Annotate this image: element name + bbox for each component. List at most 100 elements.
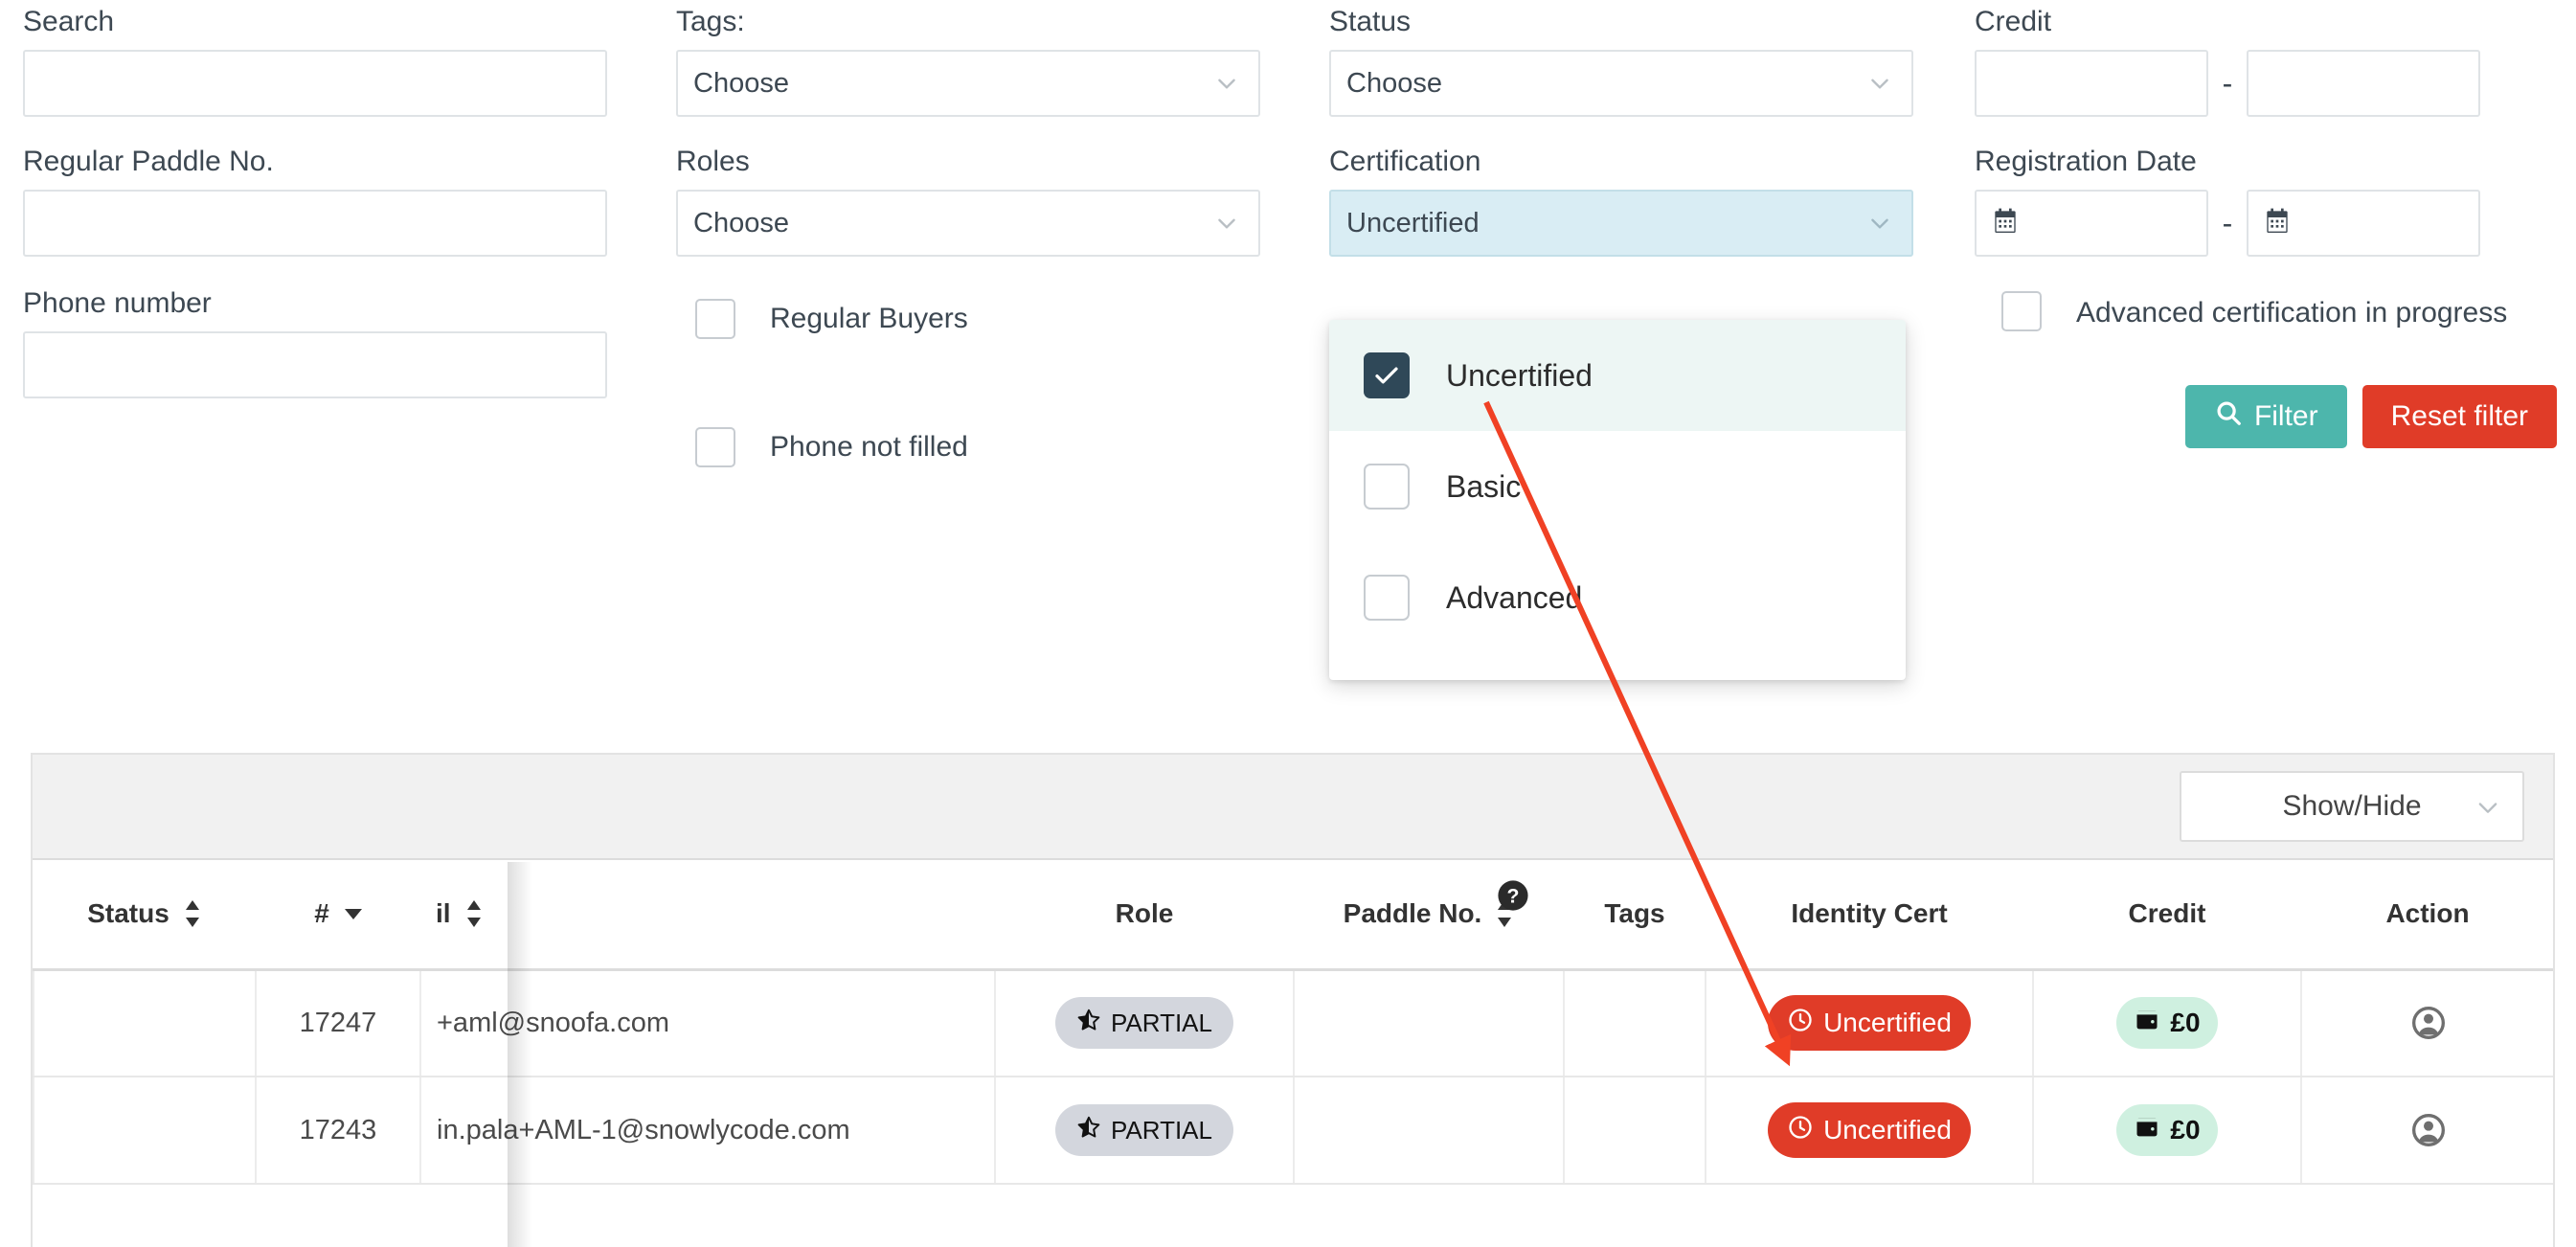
phone-number-label: Phone number — [23, 287, 212, 319]
column-header-role: Role — [995, 860, 1294, 971]
phone-not-filled-label: Phone not filled — [770, 431, 968, 463]
tags-label: Tags: — [676, 6, 745, 37]
certification-select-value: Uncertified — [1346, 207, 1480, 238]
clock-icon — [1787, 1114, 1814, 1147]
cell-identity-cert: Uncertified — [1705, 969, 2033, 1077]
filter-column-2: Tags: Choose Roles Choose Regular Buyers… — [676, 6, 1260, 467]
registration-date-to-input[interactable] — [2247, 190, 2480, 257]
chevron-down-icon — [1214, 71, 1239, 96]
results-table-card: Show/Hide Status # il Role Paddle No. ? … — [31, 753, 2555, 1247]
wallet-icon — [2134, 1007, 2160, 1040]
column-header-id[interactable]: # — [256, 860, 420, 971]
identity-cert-label: Uncertified — [1823, 1008, 1952, 1038]
credit-range-separator: - — [2222, 66, 2233, 101]
column-header-email[interactable]: il — [420, 860, 995, 971]
column-header-tags: Tags — [1564, 860, 1706, 971]
credit-min-input[interactable] — [1975, 50, 2208, 117]
cell-role: PARTIAL — [994, 1077, 1294, 1185]
status-label: Status — [1329, 6, 1412, 37]
role-badge: PARTIAL — [1055, 997, 1233, 1050]
search-label: Search — [23, 6, 115, 37]
column-header-label: il — [436, 898, 451, 929]
certification-dropdown-menu[interactable]: Uncertified Basic Advanced — [1329, 320, 1906, 680]
clock-icon — [1787, 1007, 1814, 1040]
certification-option-advanced[interactable]: Advanced — [1329, 542, 1906, 653]
phone-not-filled-checkbox-row[interactable]: Phone not filled — [695, 427, 1260, 467]
reset-filter-button-label: Reset filter — [2390, 400, 2528, 432]
regular-buyers-label: Regular Buyers — [770, 303, 968, 334]
column-header-paddle-no[interactable]: Paddle No. ? — [1294, 860, 1564, 971]
reset-filter-button[interactable]: Reset filter — [2361, 385, 2557, 448]
regular-paddle-no-input[interactable] — [23, 190, 607, 257]
roles-select[interactable]: Choose — [676, 190, 1260, 257]
cell-email: in.pala+AML-1@snowlycode.com — [419, 1077, 995, 1185]
filter-column-3: Status Choose Certification Uncertified — [1329, 6, 1913, 257]
column-header-status[interactable]: Status — [34, 860, 256, 971]
paddle-no-label: Regular Paddle No. — [23, 146, 274, 177]
advanced-cert-progress-label: Advanced certification in progress — [2076, 297, 2508, 329]
cell-paddle-no — [1293, 969, 1564, 1077]
filter-column-1: Search Regular Paddle No. Phone number — [23, 6, 607, 398]
cell-credit: £0 — [2032, 1077, 2301, 1185]
sort-desc-icon[interactable] — [343, 906, 362, 921]
certification-select[interactable]: Uncertified — [1329, 190, 1913, 257]
user-icon[interactable] — [2302, 1004, 2553, 1042]
cell-identity-cert: Uncertified — [1705, 1077, 2033, 1185]
tags-select-value: Choose — [693, 67, 789, 99]
registration-date-from-input[interactable] — [1975, 190, 2208, 257]
cell-email: +aml@snoofa.com — [419, 969, 995, 1077]
cell-role: PARTIAL — [994, 969, 1294, 1077]
column-header-action: Action — [2301, 860, 2553, 971]
phone-not-filled-checkbox[interactable] — [695, 427, 735, 467]
status-select[interactable]: Choose — [1329, 50, 1913, 117]
advanced-cert-progress-checkbox[interactable] — [2001, 291, 2042, 331]
wallet-icon — [2134, 1114, 2160, 1147]
column-header-label: Identity Cert — [1791, 898, 1948, 929]
checkbox-icon[interactable] — [1364, 464, 1410, 510]
filter-button[interactable]: Filter — [2184, 385, 2347, 448]
calendar-icon — [2262, 206, 2293, 241]
dropdown-footer-space — [1329, 653, 1906, 680]
filter-panel: Search Regular Paddle No. Phone number T… — [0, 0, 2576, 728]
show-hide-columns-select[interactable]: Show/Hide — [2180, 771, 2524, 842]
sort-both-icon[interactable] — [183, 898, 202, 929]
chevron-down-icon — [1867, 211, 1892, 236]
table-row[interactable]: 17243 in.pala+AML-1@snowlycode.com PARTI… — [33, 1077, 2553, 1185]
cell-action[interactable] — [2300, 1077, 2553, 1185]
roles-label: Roles — [676, 146, 750, 177]
chevron-down-icon — [2474, 794, 2499, 819]
credit-amount: £0 — [2170, 1008, 2201, 1038]
star-icon — [1076, 1115, 1101, 1146]
certification-option-label: Uncertified — [1446, 357, 1593, 393]
search-input[interactable] — [23, 50, 607, 117]
table-row[interactable]: 17247 +aml@snoofa.com PARTIAL Uncertifie… — [33, 969, 2553, 1077]
user-icon[interactable] — [2302, 1111, 2553, 1149]
cell-id: 17247 — [255, 969, 420, 1077]
cell-tags — [1563, 969, 1706, 1077]
cell-action[interactable] — [2300, 969, 2553, 1077]
cell-id: 17243 — [255, 1077, 420, 1185]
sort-both-icon[interactable] — [464, 898, 484, 929]
certification-option-label: Advanced — [1446, 579, 1583, 615]
tags-select[interactable]: Choose — [676, 50, 1260, 117]
cell-credit: £0 — [2032, 969, 2301, 1077]
checkbox-icon[interactable] — [1364, 575, 1410, 621]
svg-text:?: ? — [1507, 885, 1520, 908]
roles-select-value: Choose — [693, 207, 789, 238]
regular-buyers-checkbox-row[interactable]: Regular Buyers — [695, 299, 1260, 339]
filter-button-label: Filter — [2253, 400, 2318, 432]
credit-max-input[interactable] — [2247, 50, 2480, 117]
page-root: Search Regular Paddle No. Phone number T… — [0, 0, 2576, 1247]
column-header-label: Credit — [2128, 898, 2206, 929]
results-table: Status # il Role Paddle No. ? Tags Ident… — [33, 860, 2553, 1185]
advanced-cert-progress-checkbox-row[interactable]: Advanced certification in progress — [2001, 291, 2557, 335]
certification-option-basic[interactable]: Basic — [1329, 431, 1906, 542]
help-icon[interactable]: ? — [1497, 879, 1529, 912]
phone-number-input[interactable] — [23, 331, 607, 398]
certification-option-uncertified[interactable]: Uncertified — [1329, 320, 1906, 431]
regular-buyers-checkbox[interactable] — [695, 299, 735, 339]
role-badge-label: PARTIAL — [1111, 1115, 1212, 1145]
role-badge: PARTIAL — [1055, 1104, 1233, 1156]
checkbox-checked-icon[interactable] — [1364, 352, 1410, 398]
certification-option-label: Basic — [1446, 468, 1522, 504]
